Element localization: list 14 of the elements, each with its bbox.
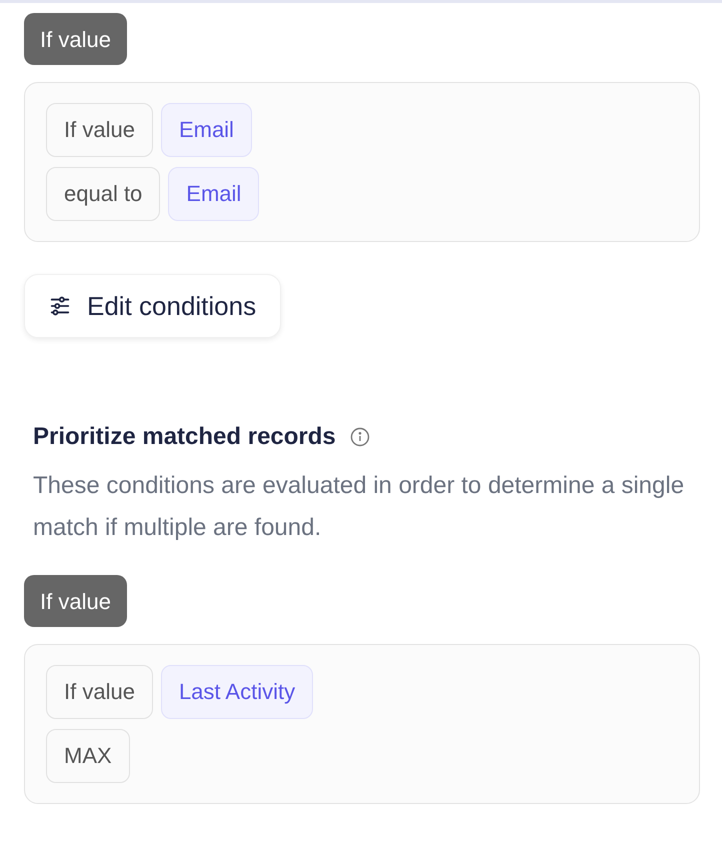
operator-chip: If value: [46, 103, 153, 157]
field-chip: Email: [160, 103, 252, 157]
condition-badge: If value: [24, 575, 127, 627]
operator-chip: equal to: [46, 167, 160, 221]
section-description: These conditions are evaluated in order to determine a single match if multiple are found.: [32, 471, 686, 543]
edit-conditions-button[interactable]: Edit conditions: [24, 274, 282, 338]
info-icon[interactable]: [350, 427, 370, 447]
sliders-icon: [49, 295, 71, 317]
condition-badge: If value: [24, 13, 127, 65]
operator-chip: If value: [46, 665, 153, 719]
field-chip: Last Activity: [160, 665, 314, 719]
section-title: Prioritize matched records: [33, 423, 336, 451]
operator-chip: MAX: [46, 729, 130, 783]
field-chip: Email: [168, 167, 260, 221]
